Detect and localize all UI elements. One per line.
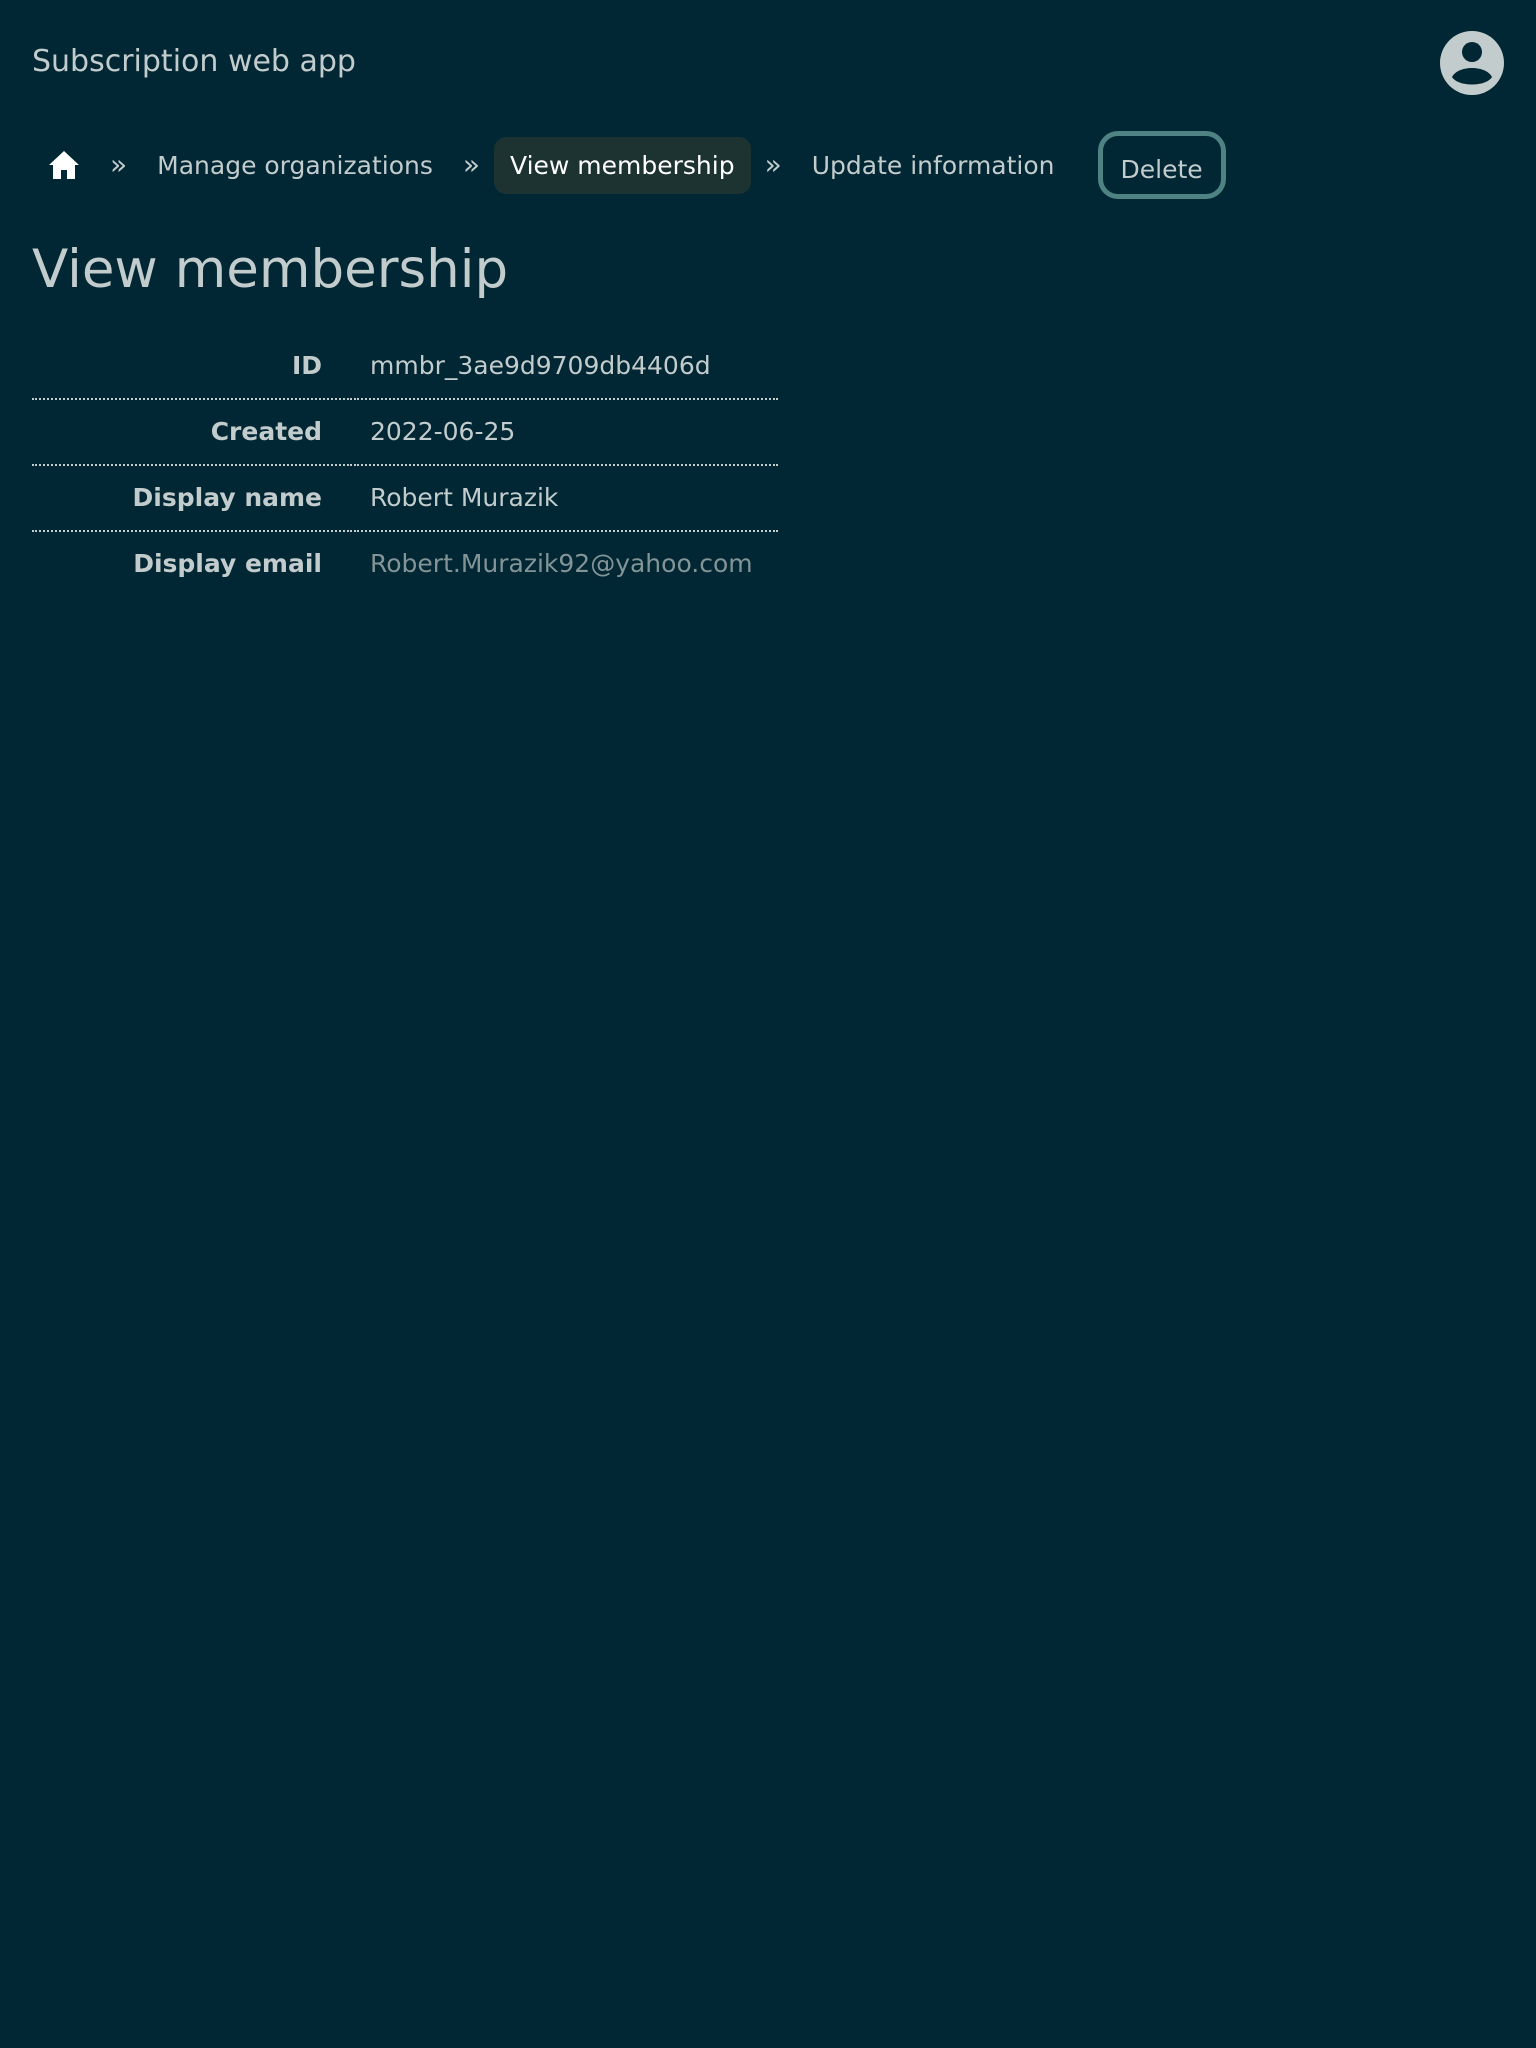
detail-row-created: Created 2022-06-25 [32,398,778,464]
detail-row-display-email: Display email Robert.Murazik92@yahoo.com [32,530,778,596]
breadcrumb-separator: » [764,148,782,181]
home-icon [49,151,79,179]
detail-label: Display name [132,482,322,512]
detail-row-display-name: Display name Robert Murazik [32,464,778,530]
page-title: View membership [32,239,509,300]
breadcrumb: » Manage organizations » View membership… [32,128,1226,202]
detail-label: ID [291,350,322,380]
breadcrumb-update-information[interactable]: Update information [796,137,1071,194]
detail-label: Created [210,416,322,446]
breadcrumb-home[interactable] [32,133,96,197]
breadcrumb-view-membership[interactable]: View membership [494,136,751,194]
membership-details: ID mmbr_3ae9d9709db4406d Created 2022-06… [32,332,778,596]
detail-value: mmbr_3ae9d9709db4406d [370,350,711,380]
breadcrumb-manage-organizations[interactable]: Manage organizations [141,137,449,194]
email-link[interactable]: Robert.Murazik92@yahoo.com [370,549,753,578]
detail-row-id: ID mmbr_3ae9d9709db4406d [32,332,778,398]
breadcrumb-separator: » [462,148,481,181]
detail-value: Robert Murazik [370,482,559,512]
app-title: Subscription web app [32,44,356,79]
account-circle-icon[interactable] [1440,31,1504,95]
delete-button[interactable]: Delete [1097,131,1226,199]
detail-label: Display email [133,548,322,578]
breadcrumb-separator: » [110,148,128,181]
detail-value: 2022-06-25 [370,416,516,446]
